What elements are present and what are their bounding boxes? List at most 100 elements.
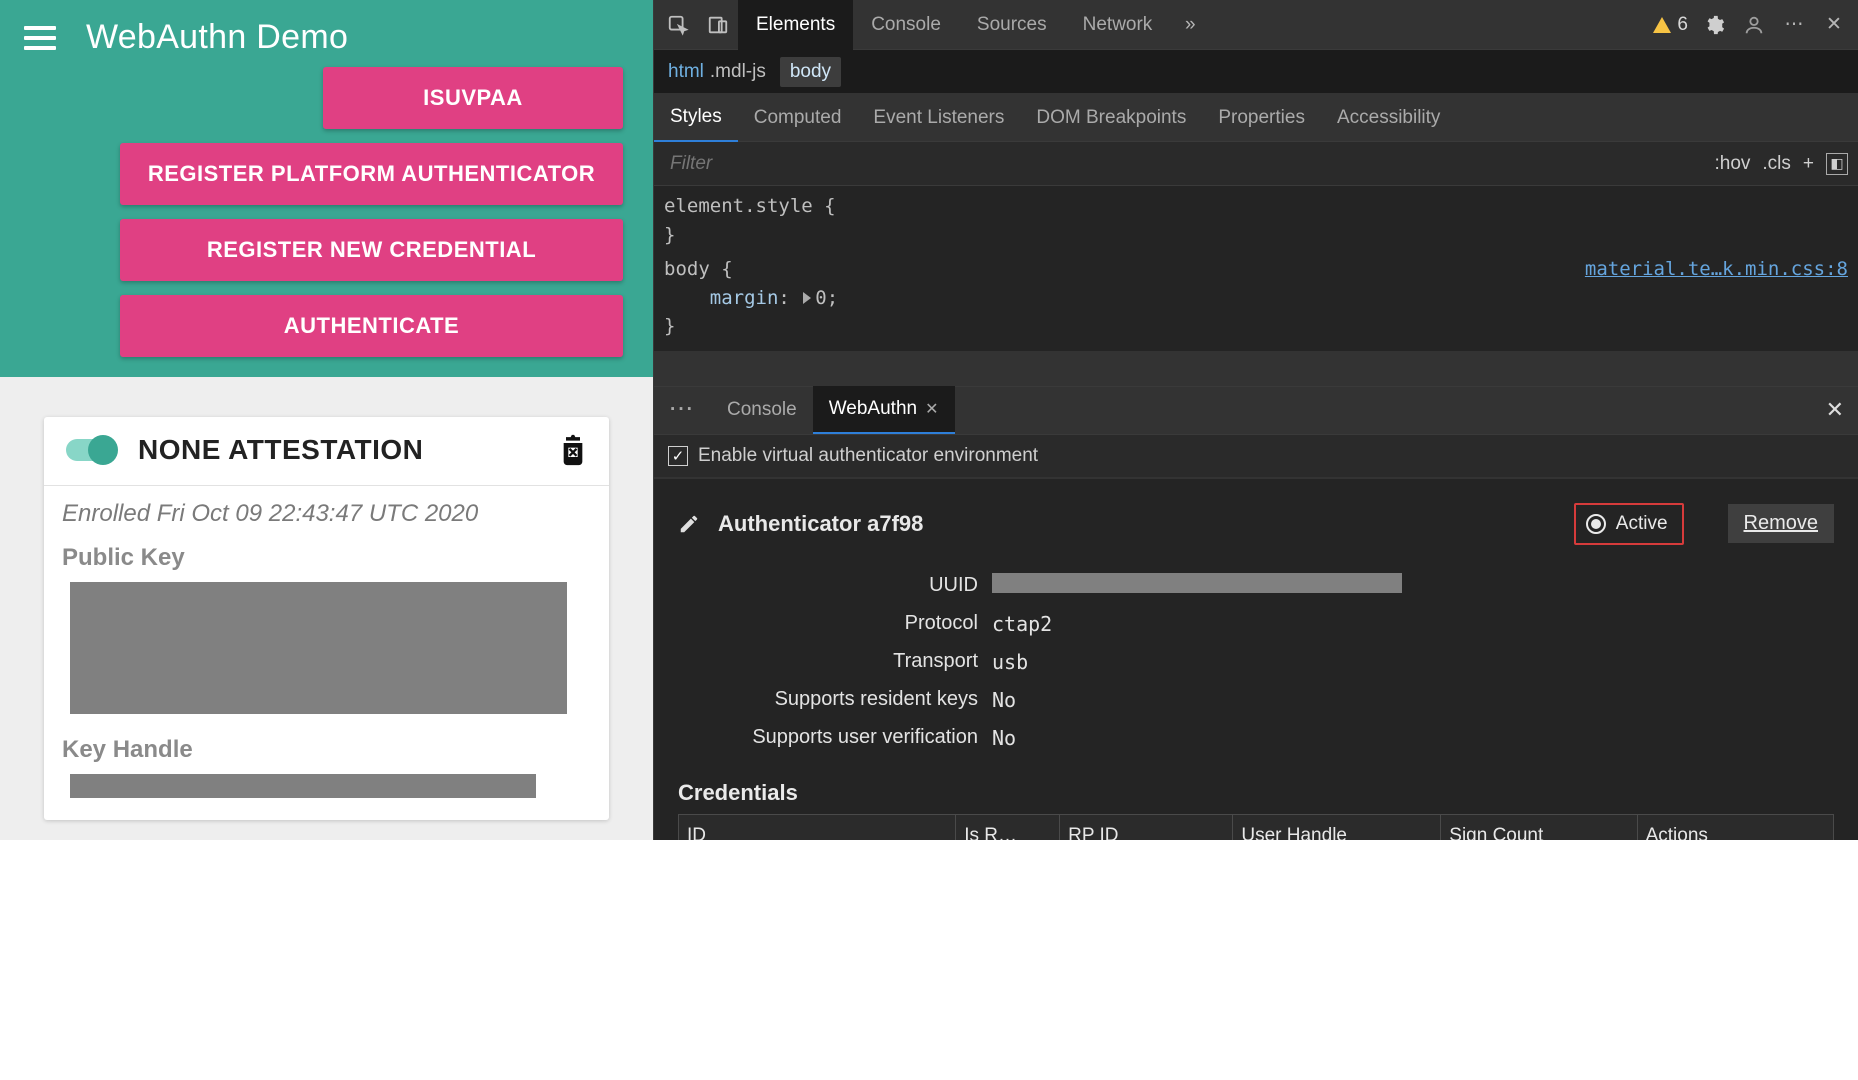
tab-console[interactable]: Console: [853, 0, 959, 50]
subtab-accessibility[interactable]: Accessibility: [1321, 94, 1456, 142]
styles-filter-row: :hov .cls + ◧: [654, 142, 1858, 186]
enable-virtual-auth-row[interactable]: ✓ Enable virtual authenticator environme…: [654, 435, 1858, 479]
subtab-styles[interactable]: Styles: [654, 94, 738, 142]
styles-filter-input[interactable]: [664, 149, 1714, 179]
card-title: NONE ATTESTATION: [138, 434, 537, 466]
enable-virtual-auth-checkbox[interactable]: ✓: [668, 446, 688, 466]
isuvpaa-button[interactable]: ISUVPAA: [323, 67, 623, 129]
prop-resident-label: Supports resident keys: [678, 688, 978, 711]
credentials-heading: Credentials: [678, 780, 1834, 814]
col-id[interactable]: ID: [679, 814, 956, 840]
col-sign-count[interactable]: Sign Count: [1441, 814, 1637, 840]
rule-body-close: }: [664, 312, 1848, 341]
register-new-credential-button[interactable]: REGISTER NEW CREDENTIAL: [120, 219, 623, 281]
tab-elements[interactable]: Elements: [738, 0, 853, 50]
card-header: NONE ATTESTATION: [44, 417, 609, 486]
public-key-label: Public Key: [62, 544, 591, 572]
styles-gap: [654, 352, 1858, 386]
prop-uuid-value: [992, 573, 1834, 598]
webauthn-demo-app: WebAuthn Demo ISUVPAA REGISTER PLATFORM …: [0, 0, 653, 840]
devtools-tabbar: Elements Console Sources Network » 6 ⋯ ✕: [654, 0, 1858, 50]
app-title: WebAuthn Demo: [86, 18, 348, 57]
dom-breadcrumb[interactable]: html .mdl-js body: [654, 50, 1858, 94]
drawer-more-icon[interactable]: ···: [654, 399, 711, 421]
drawer-close-icon[interactable]: ✕: [1812, 397, 1858, 423]
drawer-tab-webauthn-label: WebAuthn: [829, 398, 917, 420]
authenticator-properties: UUID Protocol ctap2 Transport usb Suppor…: [678, 573, 1834, 750]
cls-toggle[interactable]: .cls: [1762, 153, 1791, 175]
subtab-dom-breakpoints[interactable]: DOM Breakpoints: [1020, 94, 1202, 142]
warning-icon: [1653, 17, 1671, 33]
warning-badge[interactable]: 6: [1647, 14, 1694, 36]
col-actions[interactable]: Actions: [1637, 814, 1833, 840]
drawer-tab-console[interactable]: Console: [711, 386, 813, 434]
subtab-properties[interactable]: Properties: [1202, 94, 1321, 142]
authenticator-panel: Authenticator a7f98 Active Remove UUID P…: [654, 479, 1858, 841]
warning-count: 6: [1677, 14, 1688, 36]
expand-shorthand-icon[interactable]: [803, 292, 811, 304]
devtools-panel: Elements Console Sources Network » 6 ⋯ ✕…: [653, 0, 1858, 840]
rule-element-style-close: }: [664, 221, 1848, 250]
active-radio-icon[interactable]: [1586, 514, 1606, 534]
prop-protocol-value: ctap2: [992, 612, 1834, 636]
col-is-resident[interactable]: Is R…: [956, 814, 1060, 840]
authenticate-button[interactable]: AUTHENTICATE: [120, 295, 623, 357]
delete-icon[interactable]: [559, 433, 587, 467]
tab-sources[interactable]: Sources: [959, 0, 1065, 50]
rule-element-style-open: element.style {: [664, 192, 1848, 221]
attestation-toggle[interactable]: [66, 439, 116, 461]
rule-body-open: body {: [664, 255, 733, 284]
styles-filter-tools: :hov .cls + ◧: [1714, 153, 1848, 175]
prop-transport-label: Transport: [678, 650, 978, 673]
breadcrumb-html-class: .mdl-js: [710, 61, 766, 83]
breadcrumb-body[interactable]: body: [780, 57, 841, 87]
inspect-element-icon[interactable]: [658, 5, 698, 45]
menu-icon[interactable]: [24, 26, 56, 50]
drawer-tab-webauthn[interactable]: WebAuthn ✕: [813, 386, 955, 434]
active-label: Active: [1616, 513, 1668, 535]
prop-transport-value: usb: [992, 650, 1834, 674]
col-rp-id[interactable]: RP ID: [1060, 814, 1233, 840]
prop-uuid-label: UUID: [678, 574, 978, 597]
enrolled-timestamp: Enrolled Fri Oct 09 22:43:47 UTC 2020: [62, 500, 591, 528]
device-toolbar-icon[interactable]: [698, 5, 738, 45]
app-titlebar: WebAuthn Demo: [0, 0, 653, 67]
kebab-menu-icon[interactable]: ⋯: [1774, 5, 1814, 45]
breadcrumb-html[interactable]: html: [668, 61, 704, 83]
authenticator-name: Authenticator a7f98: [718, 511, 1536, 537]
computed-sidebar-icon[interactable]: ◧: [1826, 153, 1848, 175]
app-button-column: ISUVPAA REGISTER PLATFORM AUTHENTICATOR …: [0, 67, 653, 357]
credentials-table: ID Is R… RP ID User Handle Sign Count Ac…: [678, 814, 1834, 841]
edit-icon[interactable]: [678, 513, 700, 535]
prop-uv-label: Supports user verification: [678, 726, 978, 749]
col-user-handle[interactable]: User Handle: [1233, 814, 1441, 840]
credential-card: NONE ATTESTATION Enrolled Fri Oct 09 22:…: [44, 417, 609, 820]
styles-subtabs: Styles Computed Event Listeners DOM Brea…: [654, 94, 1858, 142]
settings-icon[interactable]: [1694, 5, 1734, 45]
register-platform-authenticator-button[interactable]: REGISTER PLATFORM AUTHENTICATOR: [120, 143, 623, 205]
enable-virtual-auth-label: Enable virtual authenticator environment: [698, 445, 1038, 467]
app-header: WebAuthn Demo ISUVPAA REGISTER PLATFORM …: [0, 0, 653, 377]
styles-rules-pane[interactable]: element.style { } body { material.te…k.m…: [654, 186, 1858, 352]
prop-resident-value: No: [992, 688, 1834, 712]
rule-source-link[interactable]: material.te…k.min.css:8: [1585, 255, 1848, 284]
devtools-close-icon[interactable]: ✕: [1814, 5, 1854, 45]
drawer-tabbar: ··· Console WebAuthn ✕ ✕: [654, 387, 1858, 435]
public-key-value: [70, 582, 567, 714]
hov-toggle[interactable]: :hov: [1714, 153, 1750, 175]
authenticator-header-row: Authenticator a7f98 Active Remove: [678, 503, 1834, 545]
devtools-drawer: ··· Console WebAuthn ✕ ✕ ✓ Enable virtua…: [654, 386, 1858, 841]
key-handle-label: Key Handle: [62, 736, 591, 764]
tab-network[interactable]: Network: [1065, 0, 1171, 50]
rule-body-margin[interactable]: margin: 0;: [664, 284, 1848, 313]
account-icon[interactable]: [1734, 5, 1774, 45]
new-style-rule-icon[interactable]: +: [1803, 153, 1814, 175]
subtab-computed[interactable]: Computed: [738, 94, 858, 142]
close-tab-icon[interactable]: ✕: [925, 399, 938, 419]
tabs-overflow-icon[interactable]: »: [1170, 5, 1210, 45]
prop-protocol-label: Protocol: [678, 612, 978, 635]
subtab-event-listeners[interactable]: Event Listeners: [857, 94, 1020, 142]
remove-authenticator-button[interactable]: Remove: [1728, 504, 1834, 543]
credentials-header-row: ID Is R… RP ID User Handle Sign Count Ac…: [679, 814, 1834, 840]
active-radio-highlight[interactable]: Active: [1574, 503, 1684, 545]
